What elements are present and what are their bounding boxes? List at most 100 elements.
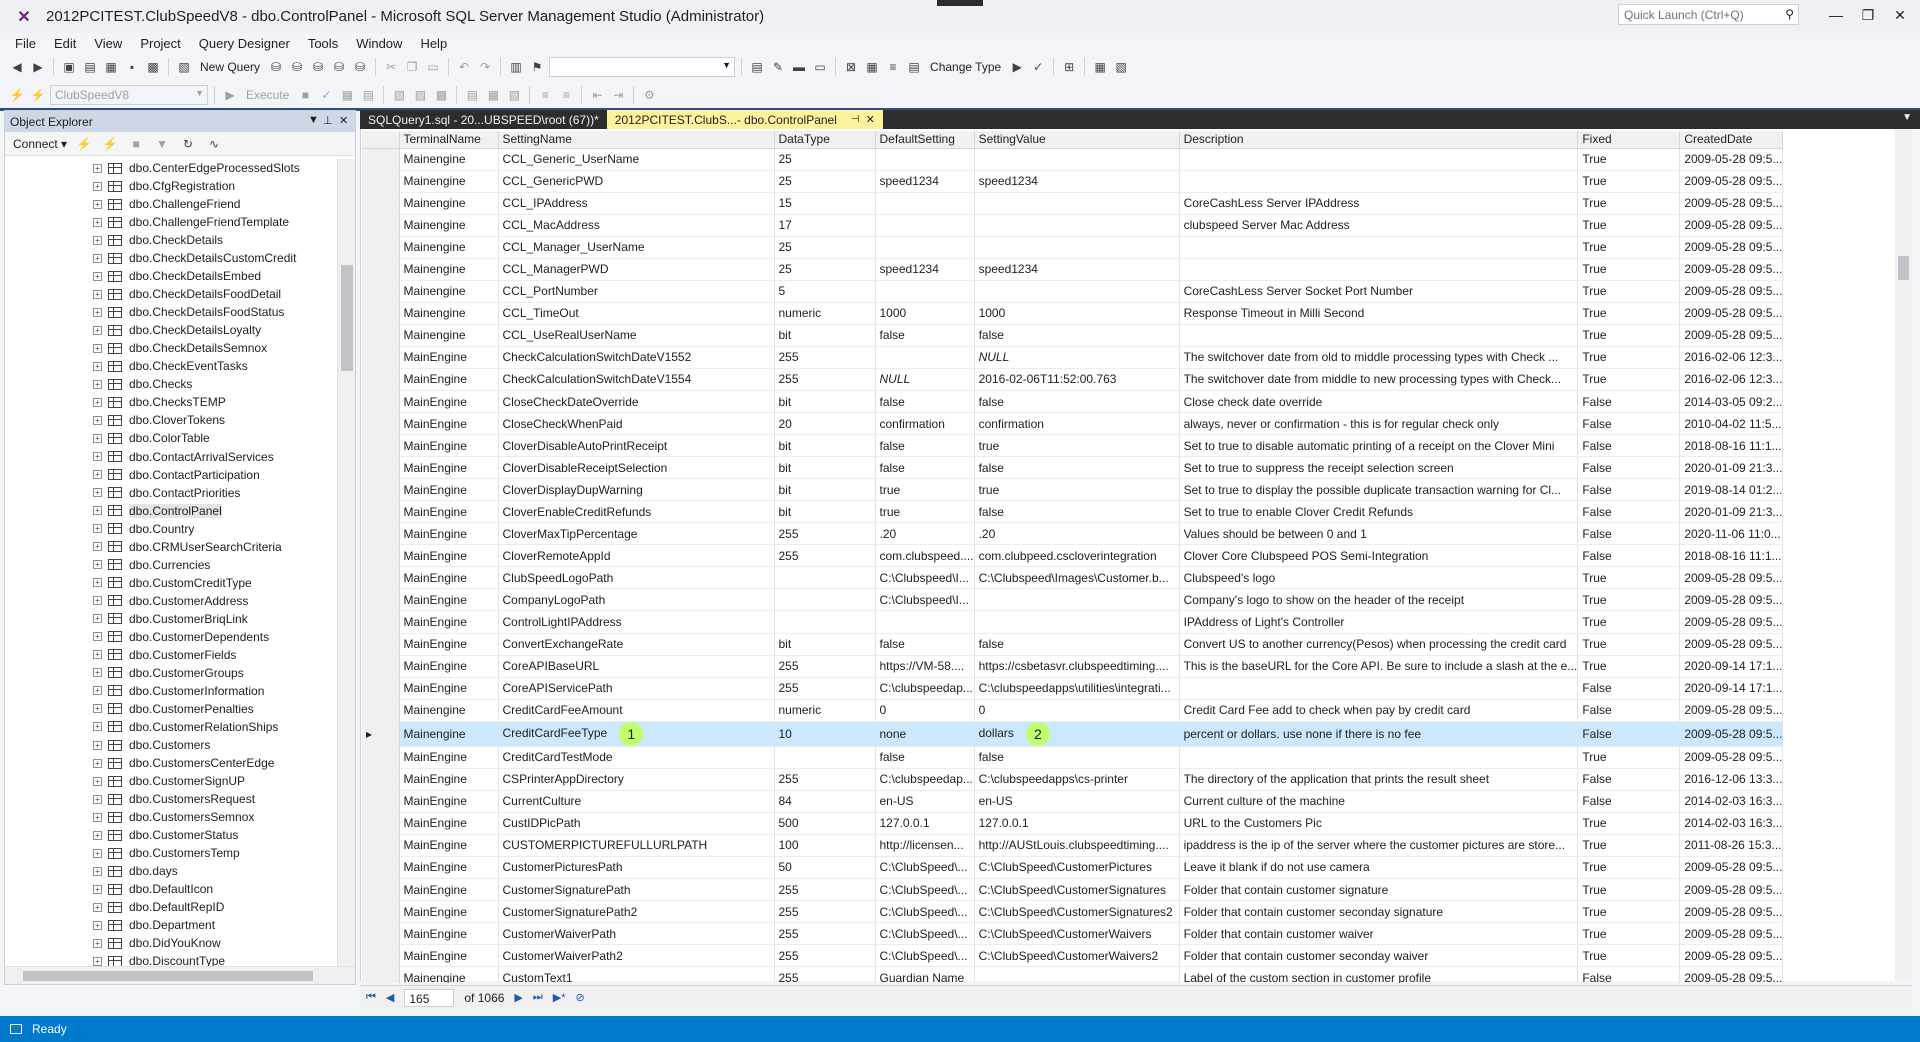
table-row[interactable]: MainEngine CheckCalculationSwitchDateV155… — [362, 346, 1784, 369]
tree-item[interactable]: + dbo.ColorTable — [5, 429, 335, 447]
table-cell[interactable] — [875, 148, 975, 171]
row-header[interactable] — [362, 148, 400, 171]
table-cell[interactable]: 255 — [774, 522, 876, 546]
specify-template-values-icon[interactable]: ⚙ — [640, 86, 658, 104]
table-cell[interactable]: CoreAPIBaseURL — [498, 655, 775, 678]
table-cell[interactable] — [875, 610, 975, 634]
expand-icon[interactable]: + — [93, 812, 102, 822]
row-header[interactable] — [362, 478, 400, 502]
table-row[interactable]: MainEngine CloverDisplayDupWarning bit true… — [362, 478, 1784, 502]
table-cell[interactable]: CCL_MacAddress — [498, 214, 775, 237]
column-header[interactable]: DefaultSetting — [875, 131, 975, 149]
table-cell[interactable]: C:\ClubSpeed\CustomerPictures — [974, 856, 1180, 880]
table-cell[interactable]: 255 — [774, 966, 876, 983]
expand-icon[interactable]: + — [93, 920, 102, 930]
table-cell[interactable]: Mainengine — [399, 214, 499, 237]
database-engine-query-icon[interactable]: ⛁ — [267, 58, 285, 76]
expand-icon[interactable]: + — [93, 235, 102, 245]
new-record-button[interactable]: ▶* — [553, 991, 566, 1004]
table-cell[interactable]: 25 — [774, 236, 876, 259]
table-cell[interactable]: False — [1577, 790, 1681, 813]
activity-monitor-icon[interactable]: ▥ — [507, 58, 525, 76]
table-cell[interactable]: False — [1577, 966, 1681, 983]
table-cell[interactable]: C:\Clubspeed\Images\Customer.b... — [974, 566, 1180, 590]
table-cell[interactable]: CloverDisableAutoPrintReceipt — [498, 434, 775, 458]
execute-sql-icon[interactable]: ▶ — [1008, 58, 1026, 76]
table-cell[interactable]: CloseCheckWhenPaid — [498, 412, 775, 436]
tree-item[interactable]: + dbo.CustomerStatus — [5, 826, 335, 844]
row-header[interactable] — [362, 456, 400, 480]
table-cell[interactable] — [774, 746, 876, 769]
table-cell[interactable] — [974, 214, 1180, 237]
table-cell[interactable]: CCL_UseRealUserName — [498, 324, 775, 347]
table-cell[interactable]: numeric — [774, 302, 876, 325]
expand-icon[interactable]: + — [93, 902, 102, 912]
analysis-services-query-icon[interactable]: ⛁ — [351, 58, 369, 76]
table-cell[interactable]: false — [875, 390, 975, 414]
table-cell[interactable]: False — [1577, 456, 1681, 480]
table-row[interactable]: MainEngine ConvertExchangeRate bit false fal… — [362, 633, 1784, 656]
table-cell[interactable]: CustomerWaiverPath2 — [498, 944, 775, 968]
tree-item[interactable]: + dbo.CheckDetailsFoodStatus — [5, 303, 335, 321]
tree-item[interactable]: + dbo.CustomerAddress — [5, 592, 335, 610]
table-cell[interactable] — [1179, 746, 1579, 769]
table-cell[interactable]: C:\ClubSpeed\... — [875, 944, 975, 968]
table-cell[interactable]: True — [1577, 192, 1681, 215]
table-cell[interactable]: Folder that contain customer signature — [1179, 878, 1579, 902]
table-cell[interactable]: 1000 — [974, 302, 1180, 325]
tree-item[interactable]: + dbo.days — [5, 862, 335, 880]
add-derived-table-icon[interactable]: ▧ — [1112, 58, 1130, 76]
table-cell[interactable]: True — [1577, 302, 1681, 325]
tree-item[interactable]: + dbo.CustomerGroups — [5, 664, 335, 682]
table-cell[interactable]: C:\ClubSpeed\CustomerSignatures — [974, 878, 1180, 902]
table-cell[interactable]: speed1234 — [875, 258, 975, 281]
expand-icon[interactable]: + — [93, 776, 102, 786]
table-cell[interactable]: The switchover date from middle to new p… — [1179, 368, 1579, 392]
table-cell[interactable]: CUSTOMERPICTUREFULLURLPATH — [498, 834, 775, 857]
undo-icon[interactable]: ↶ — [455, 58, 473, 76]
table-cell[interactable]: 2009-05-28 09:5... — [1679, 922, 1784, 946]
activity-monitor-icon[interactable]: ∿ — [205, 135, 223, 153]
expand-icon[interactable]: + — [93, 397, 102, 407]
table-cell[interactable]: 2020-01-09 21:3... — [1679, 456, 1784, 480]
tab-sqlquery1[interactable]: SQLQuery1.sql - 20...UBSPEED\root (67))* — [360, 110, 607, 129]
disconnect-icon[interactable]: ⚡ — [101, 135, 119, 153]
previous-record-button[interactable]: ◀ — [386, 991, 394, 1004]
table-cell[interactable]: 2009-05-28 09:5... — [1679, 302, 1784, 325]
expand-icon[interactable]: + — [93, 542, 102, 552]
tree-item[interactable]: + dbo.CustomerSignUP — [5, 772, 335, 790]
row-header[interactable] — [362, 944, 400, 968]
row-header[interactable] — [362, 900, 400, 924]
pin-icon[interactable]: ⊥ — [323, 114, 333, 127]
table-cell[interactable]: 2009-05-28 09:5... — [1679, 214, 1784, 237]
table-cell[interactable]: http://AUStLouis.clubspeedtiming.... — [974, 834, 1180, 857]
table-cell[interactable]: 2019-08-14 01:2... — [1679, 478, 1784, 502]
results-to-file-icon[interactable]: ▧ — [505, 86, 523, 104]
row-header[interactable] — [362, 214, 400, 237]
table-cell[interactable]: Folder that contain customer waiver — [1179, 922, 1579, 946]
table-cell[interactable]: false — [875, 746, 975, 769]
table-row[interactable]: MainEngine CustomerSignaturePath 255 C:\Clu… — [362, 878, 1784, 902]
table-cell[interactable] — [974, 236, 1180, 259]
table-row[interactable]: MainEngine CloverMaxTipPercentage 255 .20 .2… — [362, 522, 1784, 546]
tree-item[interactable]: + dbo.Customers — [5, 736, 335, 754]
table-cell[interactable]: Convert US to another currency(Pesos) wh… — [1179, 633, 1579, 656]
table-cell[interactable]: False — [1577, 478, 1681, 502]
table-cell[interactable]: 2009-05-28 09:5... — [1679, 236, 1784, 259]
table-cell[interactable] — [974, 148, 1180, 171]
table-cell[interactable] — [974, 588, 1180, 612]
expand-icon[interactable]: + — [93, 217, 102, 227]
table-row[interactable]: Mainengine CCL_IPAddress 15 CoreCashLess Se… — [362, 192, 1784, 215]
show-criteria-pane-icon[interactable]: ▦ — [863, 58, 881, 76]
table-cell[interactable]: CoreAPIServicePath — [498, 677, 775, 700]
close-button[interactable]: ✕ — [1886, 4, 1914, 26]
tree-item[interactable]: + dbo.DefaultRepID — [5, 898, 335, 916]
tree-item[interactable]: + dbo.CustomerBriqLink — [5, 610, 335, 628]
row-header[interactable] — [362, 878, 400, 902]
expand-icon[interactable]: + — [93, 704, 102, 714]
expand-icon[interactable]: + — [93, 794, 102, 804]
expand-icon[interactable]: + — [93, 271, 102, 281]
table-cell[interactable]: Clover Core Clubspeed POS Semi-Integrati… — [1179, 544, 1579, 568]
table-cell[interactable]: True — [1577, 346, 1681, 369]
grid-scrollbar[interactable] — [1895, 129, 1912, 981]
